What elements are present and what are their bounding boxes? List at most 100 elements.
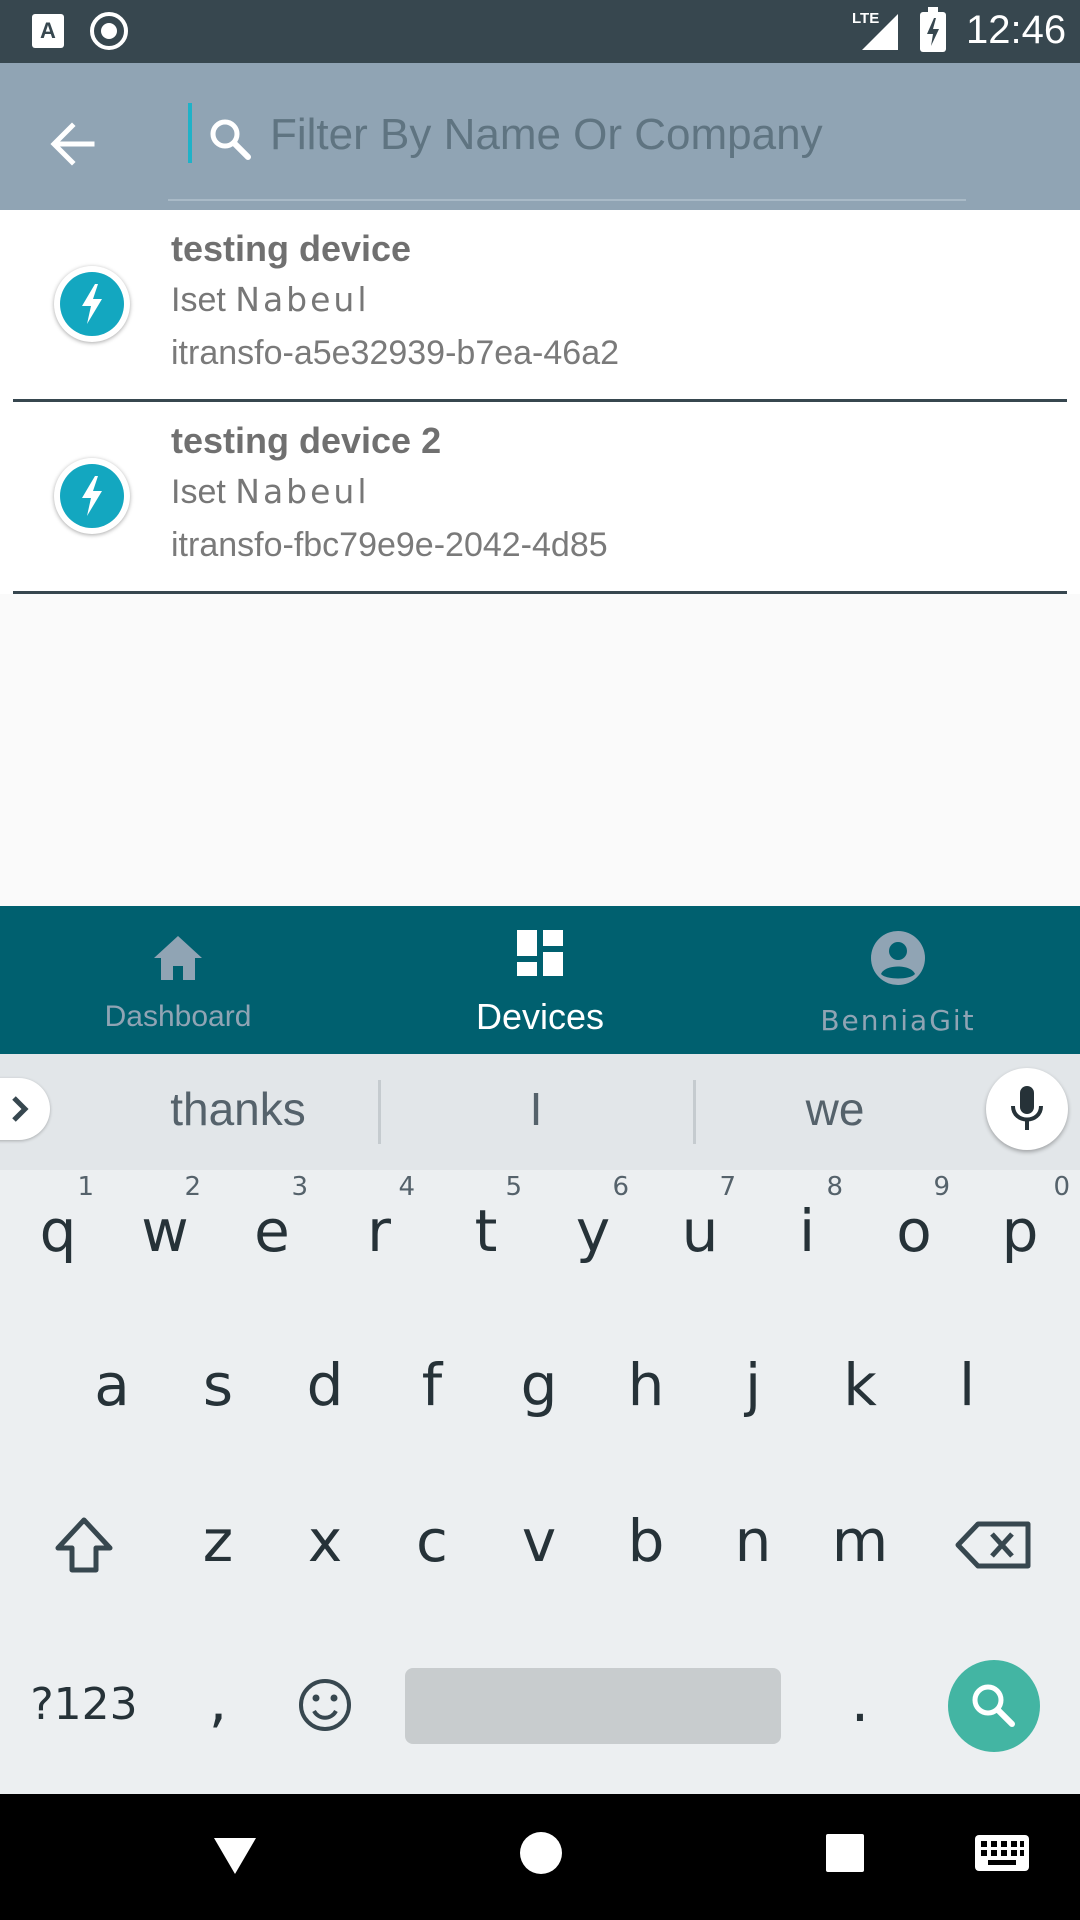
key-hint: 4 (398, 1172, 415, 1202)
system-navigation-bar (0, 1794, 1080, 1920)
emoji-icon (299, 1679, 351, 1731)
key-label: m (831, 1507, 889, 1575)
key-label: r (367, 1197, 391, 1265)
key-hint: 2 (184, 1172, 201, 1202)
key-w[interactable]: w2 (115, 1172, 215, 1286)
key-a[interactable]: a (62, 1330, 162, 1440)
key-label: g (520, 1351, 558, 1419)
key-q[interactable]: q1 (8, 1172, 108, 1286)
key-o[interactable]: o9 (864, 1172, 964, 1286)
microphone-icon (1011, 1086, 1043, 1130)
key-p[interactable]: p0 (970, 1172, 1070, 1286)
clock: 12:46 (966, 8, 1067, 52)
symbols-key[interactable]: ?123 (24, 1650, 144, 1760)
device-list-item[interactable]: testing device 2 Iset Nabeul itransfo-fb… (0, 402, 1080, 594)
key-s[interactable]: s (168, 1330, 268, 1440)
key-label: y (575, 1197, 611, 1265)
key-g[interactable]: g (489, 1330, 589, 1440)
keyboard-switch-icon[interactable] (974, 1834, 1030, 1872)
search-input[interactable] (268, 103, 952, 167)
dashboard-grid-icon (517, 930, 563, 976)
search-icon (972, 1684, 1015, 1727)
device-name: testing device 2 (171, 420, 442, 461)
key-label: j (744, 1351, 762, 1419)
comma-key[interactable]: , (168, 1646, 268, 1756)
key-label: f (421, 1351, 443, 1419)
shift-icon (55, 1517, 113, 1573)
divider (13, 591, 1067, 594)
back-triangle-icon[interactable] (210, 1830, 260, 1880)
key-f[interactable]: f (382, 1330, 482, 1440)
home-circle-icon[interactable] (518, 1830, 564, 1876)
backspace-key[interactable] (944, 1490, 1044, 1600)
key-label: l (958, 1351, 976, 1419)
key-label: x (307, 1507, 343, 1575)
key-m[interactable]: m (810, 1486, 910, 1596)
suggestion[interactable]: I (386, 1082, 686, 1136)
suggestion-strip: thanks I we (0, 1054, 1080, 1170)
key-b[interactable]: b (596, 1486, 696, 1596)
key-hint: 3 (291, 1172, 308, 1202)
arrow-back-icon (50, 122, 95, 166)
period-key[interactable]: . (810, 1646, 910, 1756)
emoji-key[interactable] (275, 1650, 375, 1760)
key-k[interactable]: k (810, 1330, 910, 1440)
suggestion[interactable]: we (685, 1082, 985, 1136)
keyboard: q1 w2 e3 r4 t5 y6 u7 i8 o9 p0 a s d f g … (0, 1170, 1080, 1794)
nav-devices[interactable]: Devices (390, 906, 690, 1054)
voice-input-button[interactable] (986, 1068, 1068, 1150)
key-r[interactable]: r4 (329, 1172, 429, 1286)
key-t[interactable]: t5 (436, 1172, 536, 1286)
search-action-key[interactable] (948, 1660, 1040, 1752)
key-label: k (843, 1351, 877, 1419)
device-list-item[interactable]: testing device Iset Nabeul itransfo-a5e3… (0, 210, 1080, 402)
lightning-icon (82, 476, 102, 516)
device-name: testing device (171, 228, 412, 269)
key-label: h (627, 1351, 665, 1419)
key-hint: 9 (933, 1172, 950, 1202)
nav-label-profile: BenniaGit (820, 1004, 976, 1037)
recents-square-icon[interactable] (824, 1832, 866, 1874)
key-label: n (734, 1507, 772, 1575)
device-company: Iset Nabeul (171, 280, 370, 320)
key-u[interactable]: u7 (650, 1172, 750, 1286)
company-city: Nabeul (235, 472, 370, 511)
key-label: c (416, 1507, 448, 1575)
key-j[interactable]: j (703, 1330, 803, 1440)
key-label: . (850, 1667, 870, 1735)
nav-profile[interactable]: BenniaGit (748, 906, 1048, 1054)
search-icon (210, 119, 251, 160)
key-i[interactable]: i8 (757, 1172, 857, 1286)
space-key[interactable] (405, 1668, 781, 1744)
key-v[interactable]: v (489, 1486, 589, 1596)
nav-label-dashboard: Dashboard (104, 1000, 252, 1033)
key-c[interactable]: c (382, 1486, 482, 1596)
device-company: Iset Nabeul (171, 472, 370, 512)
key-label: , (208, 1667, 228, 1735)
key-label: p (1001, 1197, 1039, 1265)
chevron-right-icon (12, 1096, 29, 1122)
shift-key[interactable] (34, 1490, 134, 1600)
key-x[interactable]: x (275, 1486, 375, 1596)
key-l[interactable]: l (917, 1330, 1017, 1440)
key-e[interactable]: e3 (222, 1172, 322, 1286)
key-n[interactable]: n (703, 1486, 803, 1596)
device-avatar (54, 458, 130, 534)
nav-dashboard[interactable]: Dashboard (28, 906, 328, 1054)
key-z[interactable]: z (168, 1486, 268, 1596)
key-d[interactable]: d (275, 1330, 375, 1440)
key-label: u (681, 1197, 719, 1265)
expand-suggestions-button[interactable] (0, 1078, 50, 1140)
key-h[interactable]: h (596, 1330, 696, 1440)
key-label: b (627, 1507, 665, 1575)
search-box[interactable] (168, 93, 966, 201)
suggestion[interactable]: thanks (88, 1082, 388, 1136)
device-avatar (54, 266, 130, 342)
key-y[interactable]: y6 (543, 1172, 643, 1286)
backspace-icon (955, 1521, 1031, 1569)
back-button[interactable] (38, 109, 108, 179)
nav-label-devices: Devices (475, 996, 605, 1037)
key-label: i (798, 1197, 816, 1265)
device-id: itransfo-a5e32939-b7ea-46a2 (171, 334, 620, 372)
account-circle-icon (871, 931, 925, 985)
